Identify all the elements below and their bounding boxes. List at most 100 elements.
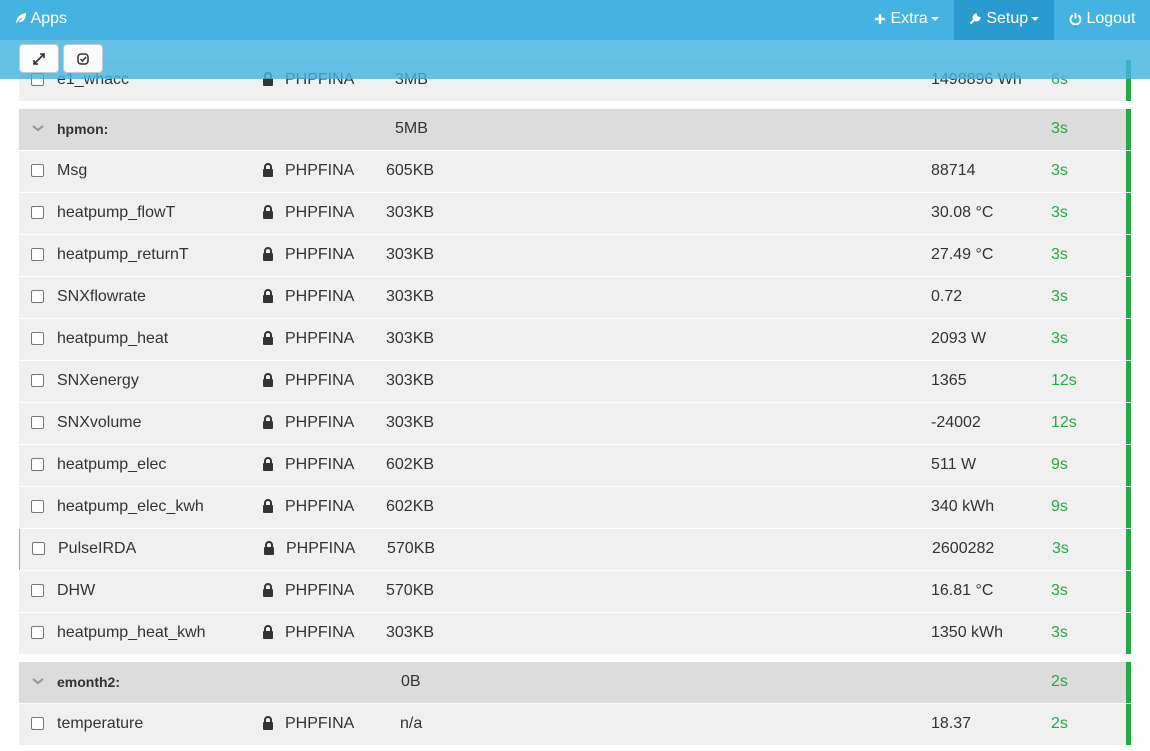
feed-value: 88714 — [931, 162, 976, 179]
feed-size: 602KB — [386, 498, 435, 515]
lock-icon — [262, 415, 274, 429]
feed-row[interactable]: heatpump_elec_kwh PHPFINA 602KB 340 kWh 9s — [19, 487, 1131, 528]
feed-checkbox[interactable] — [31, 458, 44, 471]
lock-icon — [262, 247, 274, 261]
feed-updated: 12s — [1051, 372, 1077, 389]
feed-engine: PHPFINA — [286, 540, 356, 557]
expand-all-button[interactable] — [19, 44, 59, 73]
feed-updated: 9s — [1051, 498, 1068, 515]
top-navbar: Apps Extra Setup Logout — [0, 0, 1150, 40]
feed-size: 602KB — [386, 456, 435, 473]
feed-engine: PHPFINA — [285, 288, 355, 305]
feed-checkbox[interactable] — [31, 248, 44, 261]
feed-checkbox[interactable] — [31, 584, 44, 597]
feed-size: 303KB — [386, 624, 435, 641]
feed-value: 1365 — [931, 372, 967, 389]
feed-checkbox[interactable] — [31, 206, 44, 219]
lock-icon — [262, 163, 274, 177]
feed-size: 570KB — [386, 582, 435, 599]
logout-label: Logout — [1086, 10, 1136, 27]
group-updated: 2s — [1051, 673, 1068, 690]
feed-checkbox[interactable] — [31, 290, 44, 303]
lock-icon — [262, 373, 274, 387]
plus-icon — [874, 10, 890, 27]
setup-label: Setup — [986, 10, 1029, 27]
feed-row[interactable]: PulseIRDA PHPFINA 570KB 2600282 3s — [19, 529, 1131, 570]
feed-row[interactable]: heatpump_heat PHPFINA 303KB 2093 W 3s — [19, 319, 1131, 360]
feed-name: SNXvolume — [57, 414, 142, 431]
feed-name: heatpump_returnT — [57, 246, 189, 263]
feed-size: 605KB — [386, 162, 435, 179]
select-all-button[interactable] — [63, 44, 103, 73]
feed-checkbox[interactable] — [31, 374, 44, 387]
caret-down-icon — [930, 16, 939, 21]
feed-name: temperature — [57, 715, 144, 732]
feed-checkbox[interactable] — [31, 626, 44, 639]
feed-size: 303KB — [386, 414, 435, 431]
feed-size: 303KB — [386, 288, 435, 305]
lock-icon — [262, 499, 274, 513]
feed-name: heatpump_heat — [57, 330, 169, 347]
feed-name: heatpump_elec — [57, 456, 167, 473]
feed-engine: PHPFINA — [285, 414, 355, 431]
feed-row[interactable]: SNXflowrate PHPFINA 303KB 0.72 3s — [19, 277, 1131, 318]
feed-updated: 12s — [1051, 414, 1077, 431]
feed-name: Msg — [57, 162, 88, 179]
feed-engine: PHPFINA — [285, 246, 355, 263]
feed-name: heatpump_flowT — [57, 204, 176, 221]
feed-engine: PHPFINA — [285, 204, 355, 221]
group-header-emonth2[interactable]: emonth2: 0B 2s — [19, 662, 1131, 703]
feed-value: 2093 W — [931, 330, 987, 347]
feed-checkbox[interactable] — [32, 542, 45, 555]
logout-link[interactable]: Logout — [1069, 0, 1135, 40]
feed-engine: PHPFINA — [285, 372, 355, 389]
feed-engine: PHPFINA — [285, 582, 355, 599]
feed-row[interactable]: DHW PHPFINA 570KB 16.81 °C 3s — [19, 571, 1131, 612]
feed-row[interactable]: heatpump_returnT PHPFINA 303KB 27.49 °C 3s — [19, 235, 1131, 276]
group-header-hpmon[interactable]: hpmon: 5MB 3s — [19, 109, 1131, 150]
feed-name: PulseIRDA — [58, 540, 137, 557]
feed-checkbox[interactable] — [31, 332, 44, 345]
apps-menu[interactable]: Apps — [14, 0, 67, 40]
setup-menu[interactable]: Setup — [954, 0, 1054, 40]
group-updated: 3s — [1051, 120, 1068, 137]
group-size: 5MB — [395, 120, 428, 137]
feed-value: 2600282 — [932, 540, 995, 557]
group-size: 0B — [401, 673, 421, 690]
feed-size: 570KB — [387, 540, 436, 557]
lock-icon — [262, 457, 274, 471]
feed-size: 303KB — [386, 204, 435, 221]
feed-size: n/a — [400, 715, 423, 732]
feed-value: -24002 — [931, 414, 981, 431]
feed-checkbox[interactable] — [31, 164, 44, 177]
extra-menu[interactable]: Extra — [874, 0, 939, 40]
feed-row[interactable]: SNXenergy PHPFINA 303KB 1365 12s — [19, 361, 1131, 402]
feed-engine: PHPFINA — [285, 162, 355, 179]
feed-row[interactable]: heatpump_elec PHPFINA 602KB 511 W 9s — [19, 445, 1131, 486]
feed-engine: PHPFINA — [285, 330, 355, 347]
feed-engine: PHPFINA — [285, 456, 355, 473]
feed-name: DHW — [57, 582, 96, 599]
feed-updated: 3s — [1051, 330, 1068, 347]
feed-row[interactable]: Msg PHPFINA 605KB 88714 3s — [19, 151, 1131, 192]
chevron-down-icon[interactable] — [31, 674, 45, 688]
feed-checkbox[interactable] — [31, 717, 44, 730]
feed-row[interactable]: heatpump_heat_kwh PHPFINA 303KB 1350 kWh 3s — [19, 613, 1131, 654]
feed-checkbox[interactable] — [31, 500, 44, 513]
feed-name: heatpump_elec_kwh — [57, 498, 204, 515]
feed-row[interactable]: heatpump_flowT PHPFINA 303KB 30.08 °C 3s — [19, 193, 1131, 234]
feed-row[interactable]: SNXvolume PHPFINA 303KB -24002 12s — [19, 403, 1131, 444]
feed-value: 18.37 — [931, 715, 972, 732]
lock-icon — [262, 583, 274, 597]
feed-updated: 3s — [1051, 582, 1068, 599]
feed-checkbox[interactable] — [31, 416, 44, 429]
feed-size: 303KB — [386, 330, 435, 347]
feed-updated: 3s — [1051, 288, 1068, 305]
feed-value: 0.72 — [931, 288, 963, 305]
feed-size: 303KB — [386, 246, 435, 263]
feed-row[interactable]: temperature PHPFINA n/a 18.37 2s — [19, 704, 1131, 745]
chevron-down-icon[interactable] — [31, 121, 45, 135]
feed-updated: 3s — [1051, 204, 1068, 221]
feed-value: 27.49 °C — [931, 246, 994, 263]
lock-icon — [262, 289, 274, 303]
